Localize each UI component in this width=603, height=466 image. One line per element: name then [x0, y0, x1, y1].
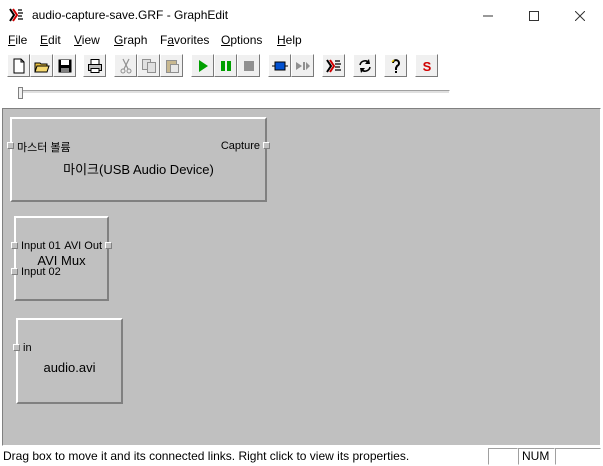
pin-label-avimux-input2: Input 02	[21, 266, 61, 278]
maximize-icon	[529, 10, 539, 21]
menu-graph[interactable]: Graph	[114, 33, 147, 47]
print-button[interactable]	[83, 54, 106, 77]
filter-mic[interactable]: 마스터 볼륨 Capture 마이크(USB Audio Device)	[7, 117, 270, 202]
status-pane-scroll	[555, 448, 601, 465]
graphedit-tool-button[interactable]	[322, 54, 345, 77]
help-icon	[390, 58, 400, 73]
new-button[interactable]	[7, 54, 30, 77]
pin-avimux-output[interactable]	[105, 242, 112, 249]
graph-canvas[interactable]: 마스터 볼륨 Capture 마이크(USB Audio Device) Inp…	[2, 108, 601, 446]
status-message: Drag box to move it and its connected li…	[3, 449, 410, 463]
status-pane-caps	[488, 448, 518, 465]
seek-slider-track[interactable]	[20, 90, 450, 94]
seek-icon	[271, 61, 288, 70]
cut-icon	[120, 58, 131, 73]
pin-mic-input[interactable]	[7, 142, 14, 149]
menu-bar: File Edit View Graph Favorites Options H…	[0, 31, 603, 51]
filter-filewriter[interactable]: in audio.avi	[13, 318, 123, 404]
pin-mic-output[interactable]	[263, 142, 270, 149]
menu-favorites[interactable]: Favorites	[160, 33, 209, 47]
refresh-icon	[358, 58, 371, 73]
s-icon: S	[422, 59, 431, 74]
pin-filewriter-input[interactable]	[13, 344, 20, 351]
window-title: audio-capture-save.GRF - GraphEdit	[32, 8, 229, 22]
help-button[interactable]	[384, 54, 407, 77]
graphedit-icon[interactable]	[8, 7, 25, 24]
pause-icon	[220, 60, 231, 71]
pin-label-mic-input: 마스터 볼륨	[17, 142, 71, 154]
pin-label-mic-output: Capture	[220, 140, 260, 152]
pin-label-avimux-output: AVI Out	[64, 240, 102, 252]
filter-name-filewriter: audio.avi	[43, 360, 96, 375]
filter-name-mic: 마이크(USB Audio Device)	[63, 162, 214, 177]
new-icon	[13, 58, 24, 73]
copy-icon	[141, 58, 156, 73]
paste-icon	[165, 59, 179, 73]
pin-avimux-input1[interactable]	[11, 242, 18, 249]
s-button[interactable]: S	[415, 54, 438, 77]
play-button[interactable]	[191, 54, 214, 77]
maximize-button[interactable]	[511, 0, 557, 31]
minimize-button[interactable]	[465, 0, 511, 31]
menu-view[interactable]: View	[74, 33, 100, 47]
menu-edit[interactable]: Edit	[40, 33, 61, 47]
svg-text:S: S	[422, 59, 431, 74]
menu-help[interactable]: Help	[277, 33, 302, 47]
title-bar: audio-capture-save.GRF - GraphEdit	[0, 0, 603, 31]
pin-label-filewriter-input: in	[23, 342, 32, 354]
filter-avimux[interactable]: Input 01 AVI Out AVI Mux Input 02	[11, 216, 112, 301]
pin-avimux-input2[interactable]	[11, 268, 18, 275]
graphedit-icon	[325, 58, 341, 73]
step-icon	[295, 61, 310, 70]
menu-file[interactable]: File	[8, 33, 27, 47]
open-icon	[33, 62, 50, 72]
close-button[interactable]	[557, 0, 603, 31]
copy-button[interactable]	[137, 54, 160, 77]
menu-options[interactable]: Options	[221, 33, 262, 47]
seek-button[interactable]	[268, 54, 291, 77]
cut-button[interactable]	[114, 54, 137, 77]
refresh-button[interactable]	[353, 54, 376, 77]
print-icon	[87, 58, 102, 73]
close-icon	[575, 10, 585, 21]
open-button[interactable]	[30, 54, 53, 77]
pause-button[interactable]	[214, 54, 237, 77]
status-pane-num: NUM	[518, 448, 555, 465]
save-button[interactable]	[53, 54, 76, 77]
seek-slider-thumb[interactable]	[18, 87, 23, 99]
stop-icon	[243, 60, 254, 71]
minimize-icon	[483, 15, 493, 16]
seek-slider-strip	[0, 81, 603, 107]
pin-label-avimux-input1: Input 01	[21, 240, 61, 252]
stop-button[interactable]	[237, 54, 260, 77]
paste-button[interactable]	[160, 54, 183, 77]
toolbar: S	[0, 51, 603, 81]
save-icon	[58, 59, 71, 72]
status-bar: Drag box to move it and its connected li…	[0, 446, 603, 466]
step-button[interactable]	[291, 54, 314, 77]
play-icon	[198, 59, 208, 72]
